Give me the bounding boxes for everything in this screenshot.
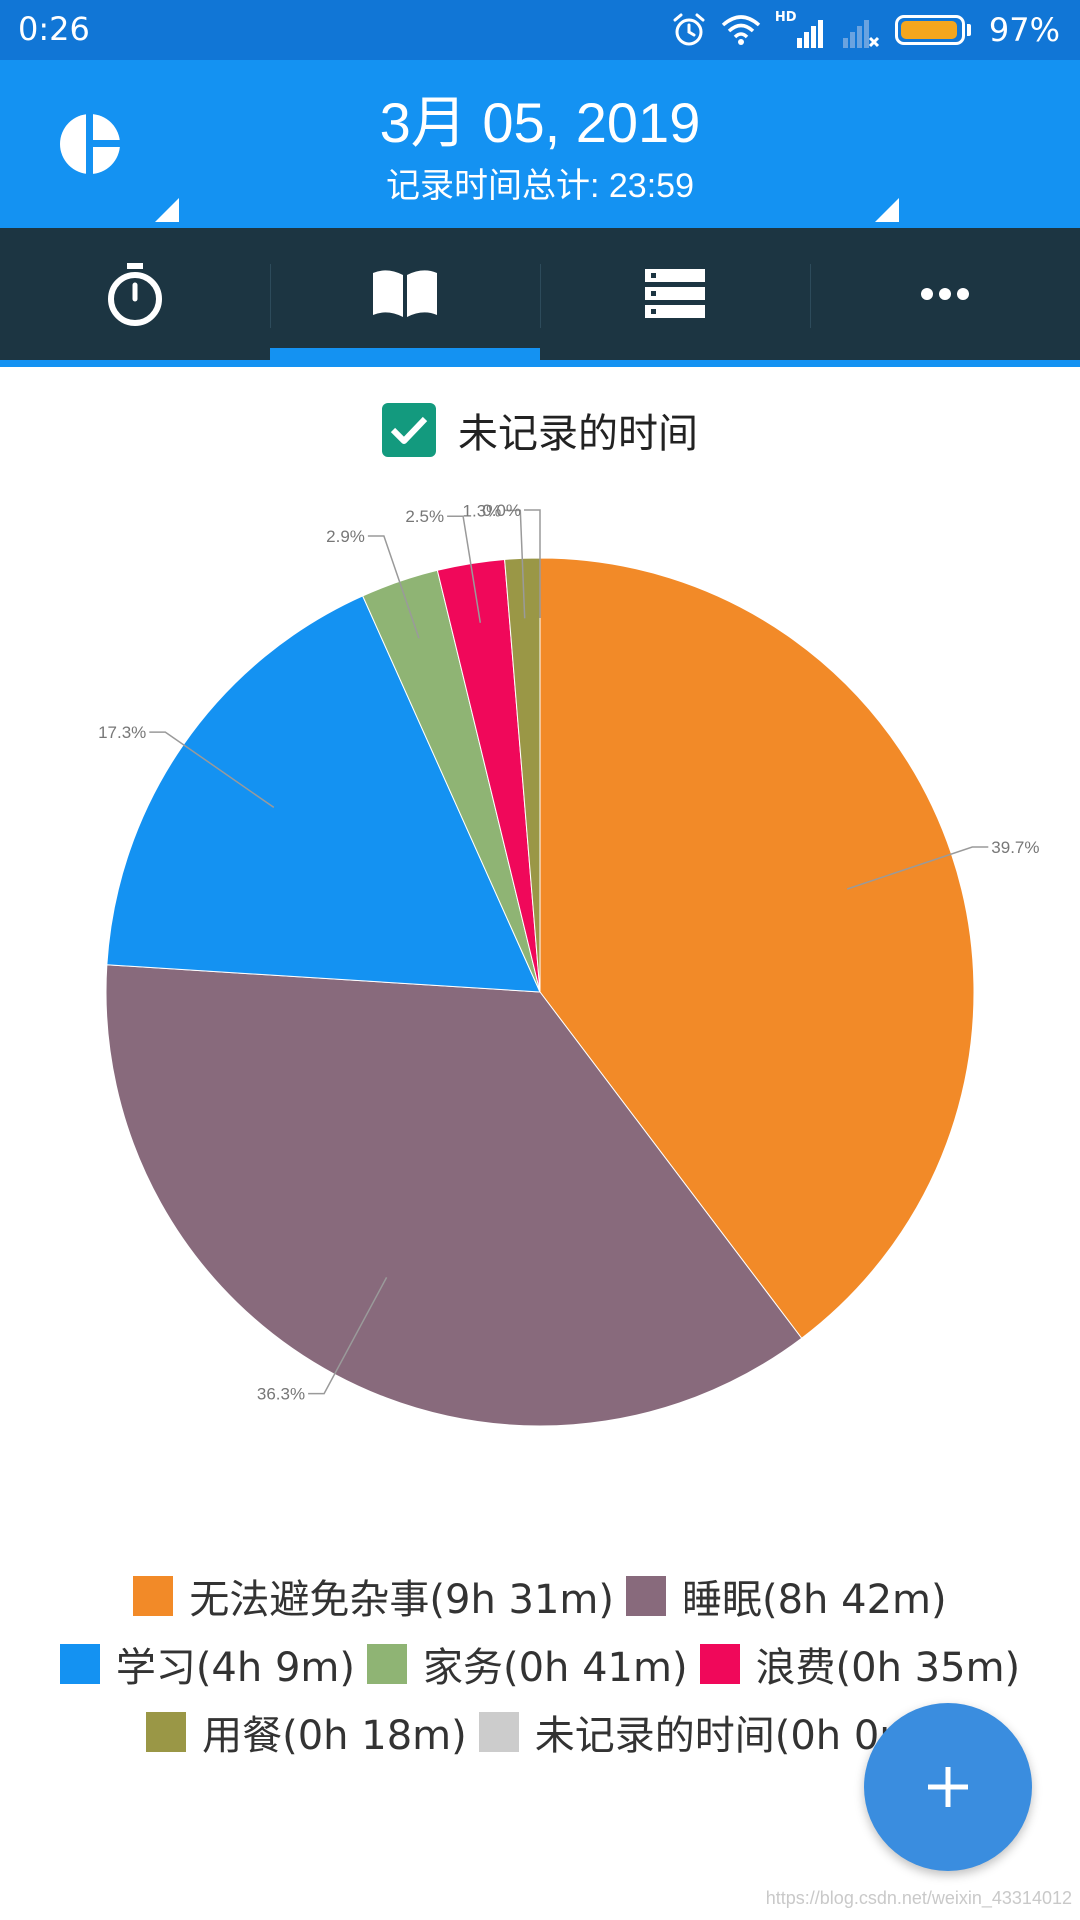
tab-more[interactable]: [810, 228, 1080, 360]
legend-row: 无法避免杂事(9h 31m) 睡眠(8h 42m): [0, 1562, 1080, 1630]
legend-label: 用餐(0h 18m): [202, 1713, 467, 1759]
no-signal-icon: [842, 20, 879, 48]
legend-item: 用餐(0h 18m): [146, 1703, 467, 1761]
list-icon: [645, 269, 705, 318]
pie-chart: 39.7%36.3%17.3%2.9%2.5% 1.3%0.0%: [98, 501, 1040, 1427]
date-dropdown-corner[interactable]: [155, 198, 179, 222]
add-record-button[interactable]: [864, 1703, 1032, 1871]
status-icons: HD 97%: [671, 8, 1060, 52]
slice-label-1: 36.3%: [257, 1385, 305, 1404]
legend-swatch: [59, 1644, 100, 1684]
header-date[interactable]: 3月 05, 2019: [0, 78, 1080, 159]
legend-item: 家务(0h 41m): [366, 1635, 688, 1693]
tabbar-underline: [0, 360, 1080, 367]
legend-swatch: [146, 1712, 187, 1752]
more-icon: [921, 288, 969, 300]
legend-item: 无法避免杂事(9h 31m): [133, 1567, 614, 1625]
legend-item: 睡眠(8h 42m): [626, 1567, 947, 1625]
legend-swatch: [366, 1644, 407, 1684]
time-dropdown-corner[interactable]: [875, 198, 899, 222]
wifi-icon: [721, 15, 761, 45]
untracked-time-label: 未记录的时间: [458, 411, 698, 457]
active-tab-indicator: [270, 348, 540, 360]
legend-label: 无法避免杂事(9h 31m): [189, 1577, 614, 1623]
legend-label: 睡眠(8h 42m): [682, 1577, 947, 1623]
legend-item: 未记录的时间(0h 0m): [478, 1703, 934, 1761]
untracked-time-checkbox[interactable]: [382, 403, 436, 457]
status-time: 0:26: [18, 10, 90, 48]
legend-swatch: [699, 1644, 740, 1684]
book-icon: [373, 270, 437, 317]
slice-label-4: 2.5%: [405, 507, 444, 526]
alarm-icon: [673, 13, 705, 46]
slice-label-3: 2.9%: [326, 527, 365, 546]
slice-label-6: 0.0%: [482, 501, 521, 520]
legend-label: 浪费(0h 35m): [755, 1645, 1021, 1691]
tab-list[interactable]: [540, 228, 810, 360]
slice-label-0: 39.7%: [991, 838, 1039, 857]
battery-percent: 97%: [988, 11, 1060, 49]
hd-signal-icon: HD: [775, 10, 827, 50]
plus-icon: [928, 1767, 968, 1807]
tab-stopwatch[interactable]: [0, 228, 270, 360]
watermark: https://blog.csdn.net/weixin_43314012: [765, 1888, 1072, 1908]
untracked-time-filter[interactable]: 未记录的时间: [0, 400, 1080, 460]
legend-swatch: [626, 1576, 666, 1616]
legend-label: 家务(0h 41m): [422, 1645, 688, 1691]
battery-level: [900, 21, 958, 39]
legend-row: 学习(4h 9m) 家务(0h 41m) 浪费(0h 35m): [0, 1630, 1080, 1698]
status-bar: 0:26 HD 97%: [0, 0, 1080, 60]
legend-item: 学习(4h 9m): [59, 1635, 355, 1693]
tab-bar: [0, 228, 1080, 360]
legend-label: 学习(4h 9m): [115, 1645, 355, 1691]
legend-swatch: [478, 1712, 519, 1752]
stopwatch-icon: [108, 263, 162, 326]
legend-item: 浪费(0h 35m): [699, 1635, 1021, 1693]
date-header: 3月 05, 2019 记录时间总计: 23:59: [0, 60, 1080, 228]
checkmark-icon: [390, 416, 428, 444]
battery-icon: [894, 15, 971, 45]
tab-report[interactable]: [270, 228, 540, 360]
legend-swatch: [133, 1576, 174, 1616]
slice-label-2: 17.3%: [98, 723, 146, 742]
